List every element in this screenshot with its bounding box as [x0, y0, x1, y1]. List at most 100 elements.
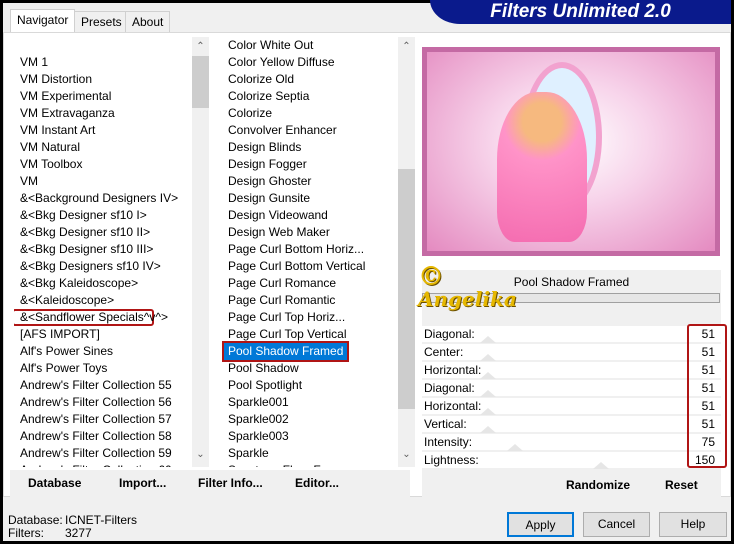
- list-item[interactable]: VM Toolbox: [14, 156, 82, 173]
- list-item[interactable]: &<Kaleidoscope>: [14, 292, 114, 309]
- param-label: Lightness:: [424, 453, 479, 467]
- database-button[interactable]: Database: [28, 476, 81, 490]
- list-item[interactable]: Colorize Septia: [222, 88, 309, 105]
- list-item[interactable]: Pool Spotlight: [222, 377, 302, 394]
- list-item[interactable]: Sparkle: [222, 445, 269, 462]
- list-item[interactable]: Andrew's Filter Collection 59: [14, 445, 172, 462]
- tab-presets[interactable]: Presets: [74, 11, 129, 32]
- list-item[interactable]: Page Curl Romantic: [222, 292, 335, 309]
- list-item[interactable]: Alf's Power Toys: [14, 360, 107, 377]
- list-item[interactable]: Andrew's Filter Collection 57: [14, 411, 172, 428]
- list-item[interactable]: &<Bkg Designer sf10 II>: [14, 224, 150, 241]
- category-list[interactable]: VM 1 VM Distortion VM Experimental VM Extra…: [14, 37, 192, 467]
- list-item[interactable]: Colorize: [222, 105, 272, 122]
- list-item[interactable]: &<Bkg Designer sf10 I>: [14, 207, 147, 224]
- list-item[interactable]: Design Fogger: [222, 156, 307, 173]
- list-item[interactable]: Andrew's Filter Collection 56: [14, 394, 172, 411]
- slider-thumb[interactable]: [480, 372, 496, 379]
- scroll-up-icon[interactable]: ⌃: [398, 41, 415, 52]
- list-item[interactable]: &<Bkg Kaleidoscope>: [14, 275, 138, 292]
- list-item[interactable]: &<Bkg Designer sf10 III>: [14, 241, 153, 258]
- category-scrollbar[interactable]: ⌃ ⌄: [192, 37, 209, 467]
- list-item[interactable]: Page Curl Bottom Horiz...: [222, 241, 364, 258]
- param-slider-7[interactable]: Lightness: 150: [422, 452, 721, 469]
- scroll-up-icon[interactable]: ⌃: [192, 41, 209, 52]
- param-label: Vertical:: [424, 417, 467, 431]
- import-button[interactable]: Import...: [119, 476, 166, 490]
- list-item[interactable]: VM 1: [14, 54, 48, 71]
- list-item[interactable]: &<Background Designers IV>: [14, 190, 178, 207]
- slider-thumb[interactable]: [480, 336, 496, 343]
- scroll-down-icon[interactable]: ⌄: [192, 449, 209, 460]
- filter-info-button[interactable]: Filter Info...: [198, 476, 263, 490]
- list-item[interactable]: Andrew's Filter Collection 60: [14, 462, 172, 467]
- editor-button[interactable]: Editor...: [295, 476, 339, 490]
- list-item[interactable]: Sparkle002: [222, 411, 289, 428]
- list-item[interactable]: &<Sandflower Specials^v^>: [14, 309, 168, 326]
- list-item[interactable]: VM Experimental: [14, 88, 111, 105]
- apply-button[interactable]: Apply: [507, 512, 574, 537]
- list-item[interactable]: Design Web Maker: [222, 224, 330, 241]
- slider-thumb[interactable]: [480, 426, 496, 433]
- list-item[interactable]: VM Instant Art: [14, 122, 95, 139]
- list-item[interactable]: VM: [14, 173, 38, 190]
- slider-thumb[interactable]: [593, 462, 609, 469]
- list-item[interactable]: Page Curl Bottom Vertical: [222, 258, 365, 275]
- scroll-thumb[interactable]: [398, 169, 415, 409]
- reset-button[interactable]: Reset: [665, 478, 698, 492]
- list-item[interactable]: &<Bkg Designers sf10 IV>: [14, 258, 161, 275]
- list-item[interactable]: Color White Out: [222, 37, 313, 54]
- randomize-button[interactable]: Randomize: [566, 478, 630, 492]
- list-item[interactable]: Design Ghoster: [222, 173, 311, 190]
- param-label: Center:: [424, 345, 464, 359]
- param-label: Horizontal:: [424, 399, 482, 413]
- list-item[interactable]: VM Distortion: [14, 71, 92, 88]
- list-item[interactable]: Pool Shadow: [222, 360, 299, 377]
- tab-navigator[interactable]: Navigator: [10, 9, 76, 33]
- list-item[interactable]: Alf's Power Sines: [14, 343, 113, 360]
- list-item[interactable]: VM Extravaganza: [14, 105, 115, 122]
- help-button[interactable]: Help: [659, 512, 727, 537]
- list-item[interactable]: VM Natural: [14, 139, 80, 156]
- tab-about[interactable]: About: [125, 11, 171, 32]
- param-slider-6[interactable]: Intensity: 75: [422, 434, 721, 451]
- list-item[interactable]: Andrew's Filter Collection 55: [14, 377, 172, 394]
- values-highlight: [687, 324, 727, 468]
- filter-scrollbar[interactable]: ⌃ ⌄: [398, 37, 415, 467]
- list-item[interactable]: Sparkle001: [222, 394, 289, 411]
- list-item[interactable]: Sparkle003: [222, 428, 289, 445]
- slider-thumb[interactable]: [480, 408, 496, 415]
- list-item[interactable]: Design Gunsite: [222, 190, 310, 207]
- param-slider-2[interactable]: Horizontal: 51: [422, 362, 721, 379]
- list-item[interactable]: Andrew's Filter Collection 58: [14, 428, 172, 445]
- status-db-value: ICNET-Filters: [65, 513, 137, 527]
- status-db-label: Database:: [8, 513, 63, 527]
- list-item[interactable]: Color Yellow Diffuse: [222, 54, 335, 71]
- param-slider-4[interactable]: Horizontal: 51: [422, 398, 721, 415]
- scroll-thumb[interactable]: [192, 56, 209, 108]
- navigator-button-bar: Database Import... Filter Info... Editor…: [10, 470, 410, 497]
- param-slider-5[interactable]: Vertical: 51: [422, 416, 721, 433]
- slider-thumb[interactable]: [507, 444, 523, 451]
- param-label: Intensity:: [424, 435, 473, 449]
- filter-list[interactable]: Color White Out Color Yellow Diffuse Color…: [222, 37, 398, 467]
- list-item[interactable]: Design Blinds: [222, 139, 301, 156]
- param-label: Horizontal:: [424, 363, 482, 377]
- list-item[interactable]: Page Curl Romance: [222, 275, 336, 292]
- list-item[interactable]: Pool Shadow Framed: [222, 341, 350, 362]
- list-item[interactable]: Design Videowand: [222, 207, 328, 224]
- list-item[interactable]: [AFS IMPORT]: [14, 326, 100, 343]
- param-slider-1[interactable]: Center: 51: [422, 344, 721, 361]
- slider-thumb[interactable]: [480, 354, 496, 361]
- param-slider-0[interactable]: Diagonal: 51: [422, 326, 721, 343]
- param-slider-3[interactable]: Diagonal: 51: [422, 380, 721, 397]
- list-item[interactable]: Page Curl Top Horiz...: [222, 309, 345, 326]
- list-item[interactable]: Colorize Old: [222, 71, 294, 88]
- slider-thumb[interactable]: [480, 390, 496, 397]
- scroll-down-icon[interactable]: ⌄: [398, 449, 415, 460]
- list-item[interactable]: Page Curl Top Vertical: [222, 326, 347, 343]
- list-item[interactable]: Convolver Enhancer: [222, 122, 337, 139]
- list-item[interactable]: Spectrum Fleur F...: [222, 462, 329, 467]
- cancel-button[interactable]: Cancel: [583, 512, 650, 537]
- status-filters-label: Filters:: [8, 526, 44, 540]
